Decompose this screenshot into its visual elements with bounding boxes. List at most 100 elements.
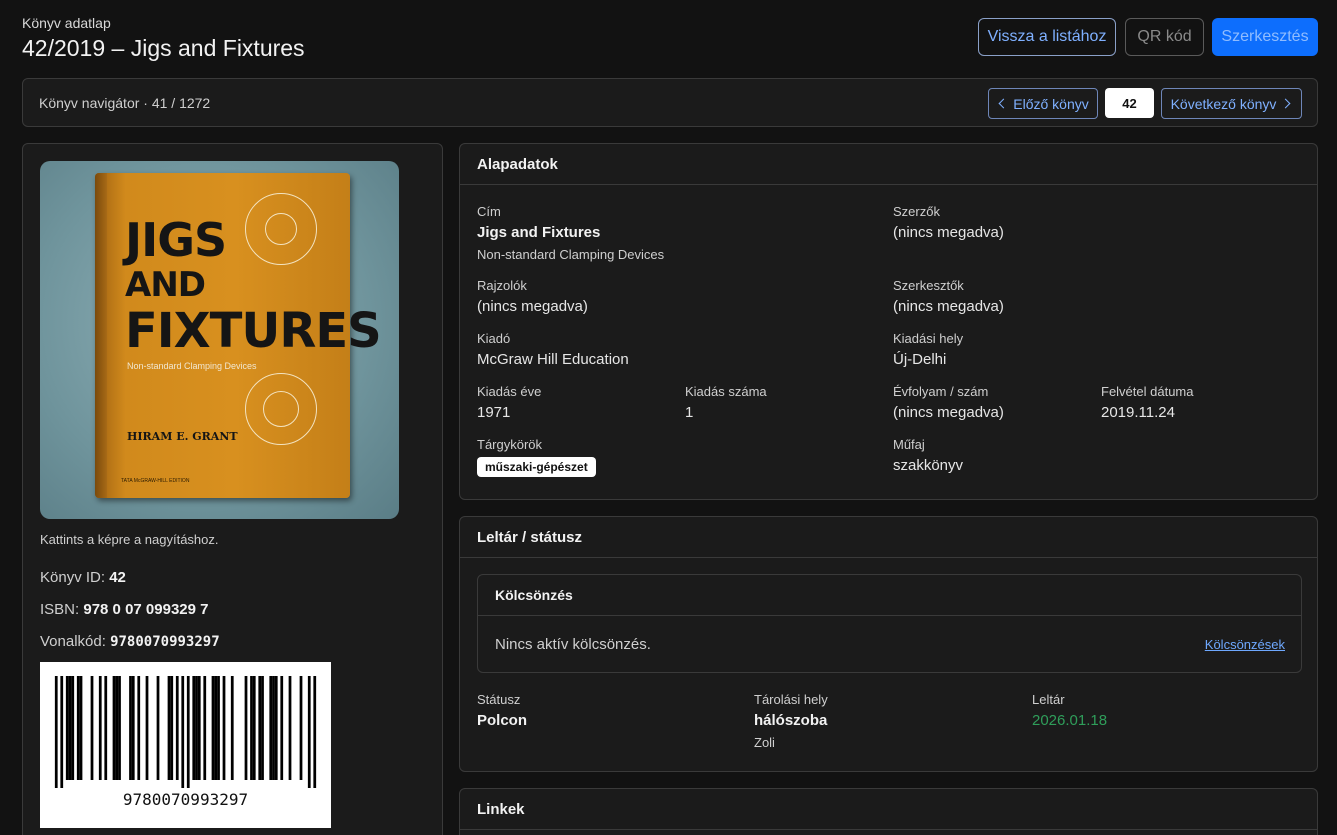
barcode-bar [299,676,303,780]
barcode-bar [181,676,185,788]
barcode-bar [54,676,58,788]
chevron-right-icon [1280,98,1291,109]
cover-author: HIRAM E. GRANT [127,430,238,443]
barcode-label: Vonalkód: [40,633,106,650]
barcode-row: Vonalkód: 9780070993297 [40,633,220,650]
barcode-bar [214,676,218,780]
book-cover-image[interactable]: JIGS AND FIXTURES Non-standard Clamping … [40,161,399,519]
edition-label: Kiadás száma [685,384,767,399]
place-label: Kiadási hely [893,331,964,346]
barcode-bar [175,676,179,780]
inventory-card: Leltár / státusz Kölcsönzés Nincs aktív … [459,516,1318,772]
editors-field: Szerkesztők (nincs megadva) [893,278,1004,315]
year-field: Kiadás éve 1971 [477,384,541,421]
storage-field: Tárolási hely hálószoba Zoli [754,692,828,750]
navigator-label: Könyv navigátor · 41 / 1272 [39,95,211,111]
barcode-value: 9780070993297 [110,634,220,650]
volume-label: Évfolyam / szám [893,384,989,399]
storage-label: Tárolási hely [754,692,828,707]
barcode-bar [71,676,75,780]
barcode-bar [104,676,108,780]
page-title: 42/2019 – Jigs and Fixtures [22,35,305,61]
next-book-button[interactable]: Következő könyv [1161,88,1302,119]
previous-book-button[interactable]: Előző könyv [988,88,1098,119]
basic-data-card: Alapadatok Cím Jigs and Fixtures Non-sta… [459,143,1318,500]
loan-heading: Kölcsönzés [478,575,1301,616]
added-date-label: Felvétel dátuma [1101,384,1194,399]
barcode-bar [313,676,317,788]
added-date-value: 2019.11.24 [1101,404,1175,421]
chevron-left-icon [998,98,1009,109]
barcode-bar [274,676,278,780]
status-field: Státusz Polcon [477,692,527,729]
back-to-list-button[interactable]: Vissza a listához [978,18,1116,56]
barcode-bar [269,676,273,780]
barcode-bar [115,676,119,780]
subjects-label: Tárgykörök [477,437,543,452]
barcode-bar [272,676,275,780]
title-value: Jigs and Fixtures [477,224,601,241]
edition-value: 1 [685,404,694,421]
barcode-bar [244,676,248,780]
title-field: Cím Jigs and Fixtures Non-standard Clamp… [477,204,664,262]
barcode-bar [222,676,226,780]
barcode-bar [197,676,201,780]
book-id-label: Könyv ID: [40,569,106,586]
barcode-bar [65,676,69,780]
edit-button[interactable]: Szerkesztés [1212,18,1318,56]
barcode-bar [261,676,264,780]
inventory-heading: Leltár / státusz [460,517,1317,558]
basic-data-heading: Alapadatok [460,144,1317,185]
inventory-date-value: 2026.01.18 [1032,712,1108,729]
subject-tag[interactable]: műszaki-gépészet [477,457,596,477]
barcode-number: 9780070993297 [122,790,249,809]
barcode-bar [129,676,132,780]
barcode-bar [170,676,174,780]
year-value: 1971 [477,404,511,421]
publisher-label: Kiadó [477,331,511,346]
barcode-bar [258,676,262,780]
barcode-bar [230,676,234,780]
barcode-bar [98,676,102,780]
genre-label: Műfaj [893,437,925,452]
edition-field: Kiadás száma 1 [685,384,767,421]
loan-panel: Kölcsönzés Nincs aktív kölcsönzés. Kölcs… [477,574,1302,673]
volume-value: (nincs megadva) [893,404,1004,421]
barcode-bar [76,676,80,780]
next-book-label: Következő könyv [1170,95,1277,112]
illustrators-label: Rajzolók [477,278,527,293]
cover-title-line1: JIGS [125,213,227,267]
book-summary-card: JIGS AND FIXTURES Non-standard Clamping … [22,143,443,835]
illustrators-value: (nincs megadva) [477,298,588,315]
added-date-field: Felvétel dátuma 2019.11.24 [1101,384,1194,421]
cover-drawing-top-inner-circle [265,213,297,245]
barcode-bar [137,676,141,780]
cover-title-line2: AND [125,265,206,305]
authors-value: (nincs megadva) [893,224,1004,241]
inventory-date-label: Leltár [1032,692,1065,707]
barcode-bar [167,676,171,780]
book-detail-page: Könyv adatlap 42/2019 – Jigs and Fixture… [0,0,1337,835]
editors-value: (nincs megadva) [893,298,1004,315]
book-number-input[interactable] [1105,88,1154,118]
links-heading: Linkek [460,789,1317,830]
isbn-label: ISBN: [40,601,80,618]
qr-code-button[interactable]: QR kód [1125,18,1204,56]
publisher-value: McGraw Hill Education [477,351,629,368]
editors-label: Szerkesztők [893,278,964,293]
cover-drawing-bottom-inner-circle [263,391,299,427]
cover-zoom-hint: Kattints a képre a nagyításhoz. [40,532,219,547]
storage-value: hálószoba [754,712,828,729]
barcode-bar [145,676,149,780]
isbn-row: ISBN: 978 0 07 099329 7 [40,601,208,618]
barcode-bar [280,676,284,780]
book-navigator: Könyv navigátor · 41 / 1272 Előző könyv … [22,78,1318,127]
barcode-bar [250,676,253,780]
title-label: Cím [477,204,501,219]
authors-label: Szerzők [893,204,940,219]
book-spine [95,173,107,498]
barcode-bar [217,676,220,780]
barcode-bar [79,676,83,780]
volume-field: Évfolyam / szám (nincs megadva) [893,384,1004,421]
loans-link[interactable]: Kölcsönzések [1205,637,1285,652]
